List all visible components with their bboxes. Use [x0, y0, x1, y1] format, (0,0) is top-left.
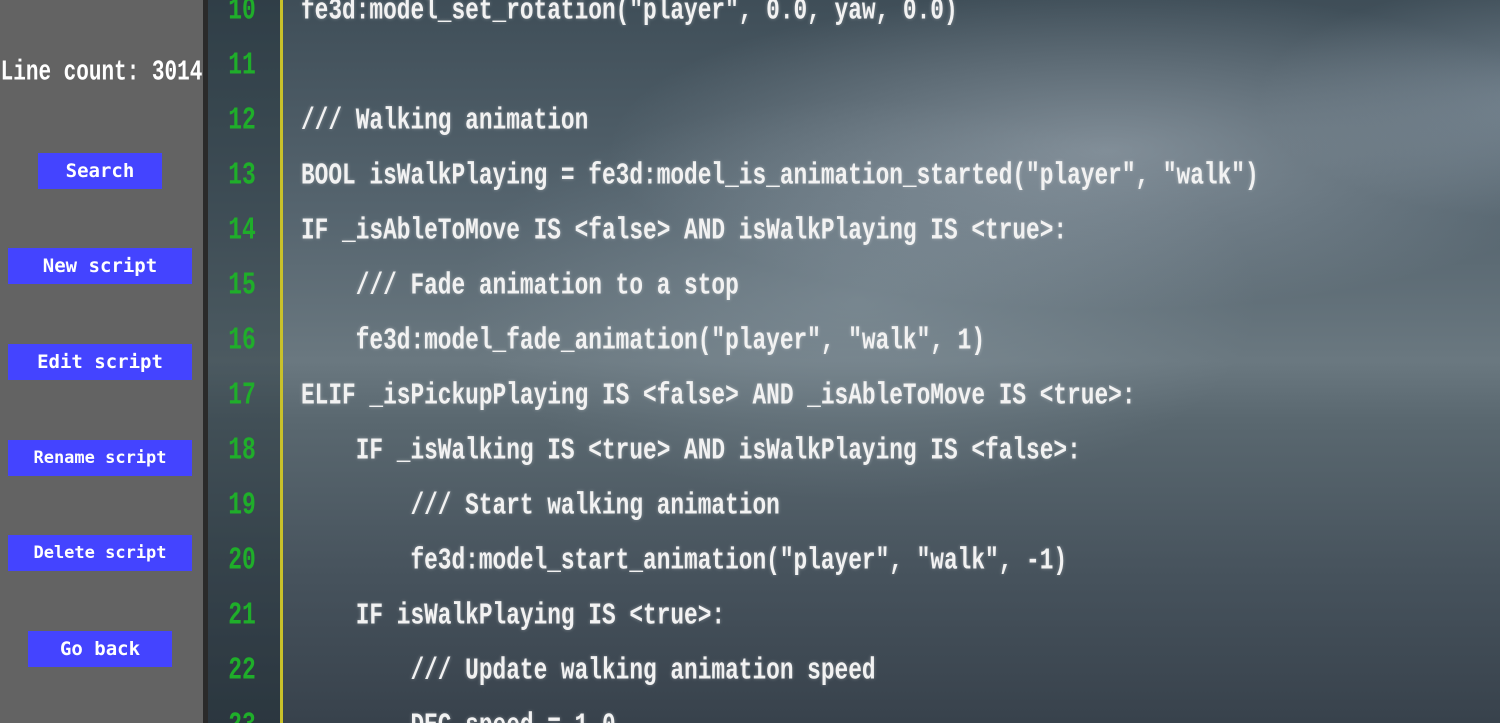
line-number: 11: [228, 48, 256, 84]
script-editor[interactable]: 10 fe3d:model_set_rotation("player", 0.0,…: [208, 0, 1500, 723]
line-number: 15: [228, 268, 256, 304]
code-line[interactable]: 21 IF isWalkPlaying IS <true>:: [208, 588, 1500, 643]
code-line[interactable]: 19 /// Start walking animation: [208, 478, 1500, 533]
line-number: 21: [228, 598, 256, 634]
line-number: 12: [228, 103, 256, 139]
line-number: 18: [228, 433, 256, 469]
line-number: 10: [228, 0, 256, 29]
code-text[interactable]: IF _isWalking IS <true> AND isWalkPlayin…: [301, 433, 1081, 468]
line-number: 13: [228, 158, 256, 194]
line-number: 19: [228, 488, 256, 524]
code-text[interactable]: IF _isAbleToMove IS <false> AND isWalkPl…: [301, 213, 1067, 248]
go-back-button[interactable]: Go back: [28, 631, 172, 667]
code-text[interactable]: /// Start walking animation: [301, 488, 779, 523]
code-text[interactable]: fe3d:model_fade_animation("player", "wal…: [301, 323, 985, 358]
edit-script-button[interactable]: Edit script: [8, 344, 192, 380]
search-button[interactable]: Search: [38, 153, 162, 189]
code-line[interactable]: 10 fe3d:model_set_rotation("player", 0.0,…: [208, 0, 1500, 38]
code-text[interactable]: fe3d:model_start_animation("player", "wa…: [301, 543, 1067, 578]
code-line[interactable]: 14 IF _isAbleToMove IS <false> AND isWalk…: [208, 203, 1500, 258]
line-number: 14: [228, 213, 256, 249]
code-text[interactable]: /// Walking animation: [301, 103, 588, 138]
new-script-button[interactable]: New script: [8, 248, 192, 284]
code-line[interactable]: 12 /// Walking animation: [208, 93, 1500, 148]
line-number: 23: [208, 708, 276, 723]
code-text[interactable]: ELIF _isPickupPlaying IS <false> AND _is…: [301, 378, 1136, 413]
code-line[interactable]: 16 fe3d:model_fade_animation("player", "…: [208, 313, 1500, 368]
line-count: Line count: 3014: [0, 58, 203, 90]
code-text[interactable]: IF isWalkPlaying IS <true>:: [301, 598, 725, 633]
code-line[interactable]: 22 /// Update walking animation speed: [208, 643, 1500, 698]
line-number: 22: [228, 653, 256, 689]
code-line[interactable]: 11: [208, 38, 1500, 93]
code-text[interactable]: DEC speed = 1.0: [301, 708, 615, 723]
code-line[interactable]: 15 /// Fade animation to a stop: [208, 258, 1500, 313]
code-line[interactable]: 17 ELIF _isPickupPlaying IS <false> AND _…: [208, 368, 1500, 423]
code-text[interactable]: BOOL isWalkPlaying = fe3d:model_is_anima…: [301, 158, 1259, 193]
sidebar: Line count: 3014 Search New script Edit …: [0, 0, 203, 723]
code-line[interactable]: 18 IF _isWalking IS <true> AND isWalkPla…: [208, 423, 1500, 478]
code-line[interactable]: 13 BOOL isWalkPlaying = fe3d:model_is_ani…: [208, 148, 1500, 203]
code-text[interactable]: /// Update walking animation speed: [301, 653, 875, 688]
code-line[interactable]: 20 fe3d:model_start_animation("player", …: [208, 533, 1500, 588]
delete-script-button[interactable]: Delete script: [8, 535, 192, 571]
line-number: 16: [228, 323, 256, 359]
rename-script-button[interactable]: Rename script: [8, 440, 192, 476]
code-text[interactable]: fe3d:model_set_rotation("player", 0.0, y…: [301, 0, 958, 28]
code-text[interactable]: /// Fade animation to a stop: [301, 268, 739, 303]
line-number: 17: [228, 378, 256, 414]
line-number: 20: [228, 543, 256, 579]
code-line[interactable]: 23 DEC speed = 1.0: [208, 698, 1500, 723]
